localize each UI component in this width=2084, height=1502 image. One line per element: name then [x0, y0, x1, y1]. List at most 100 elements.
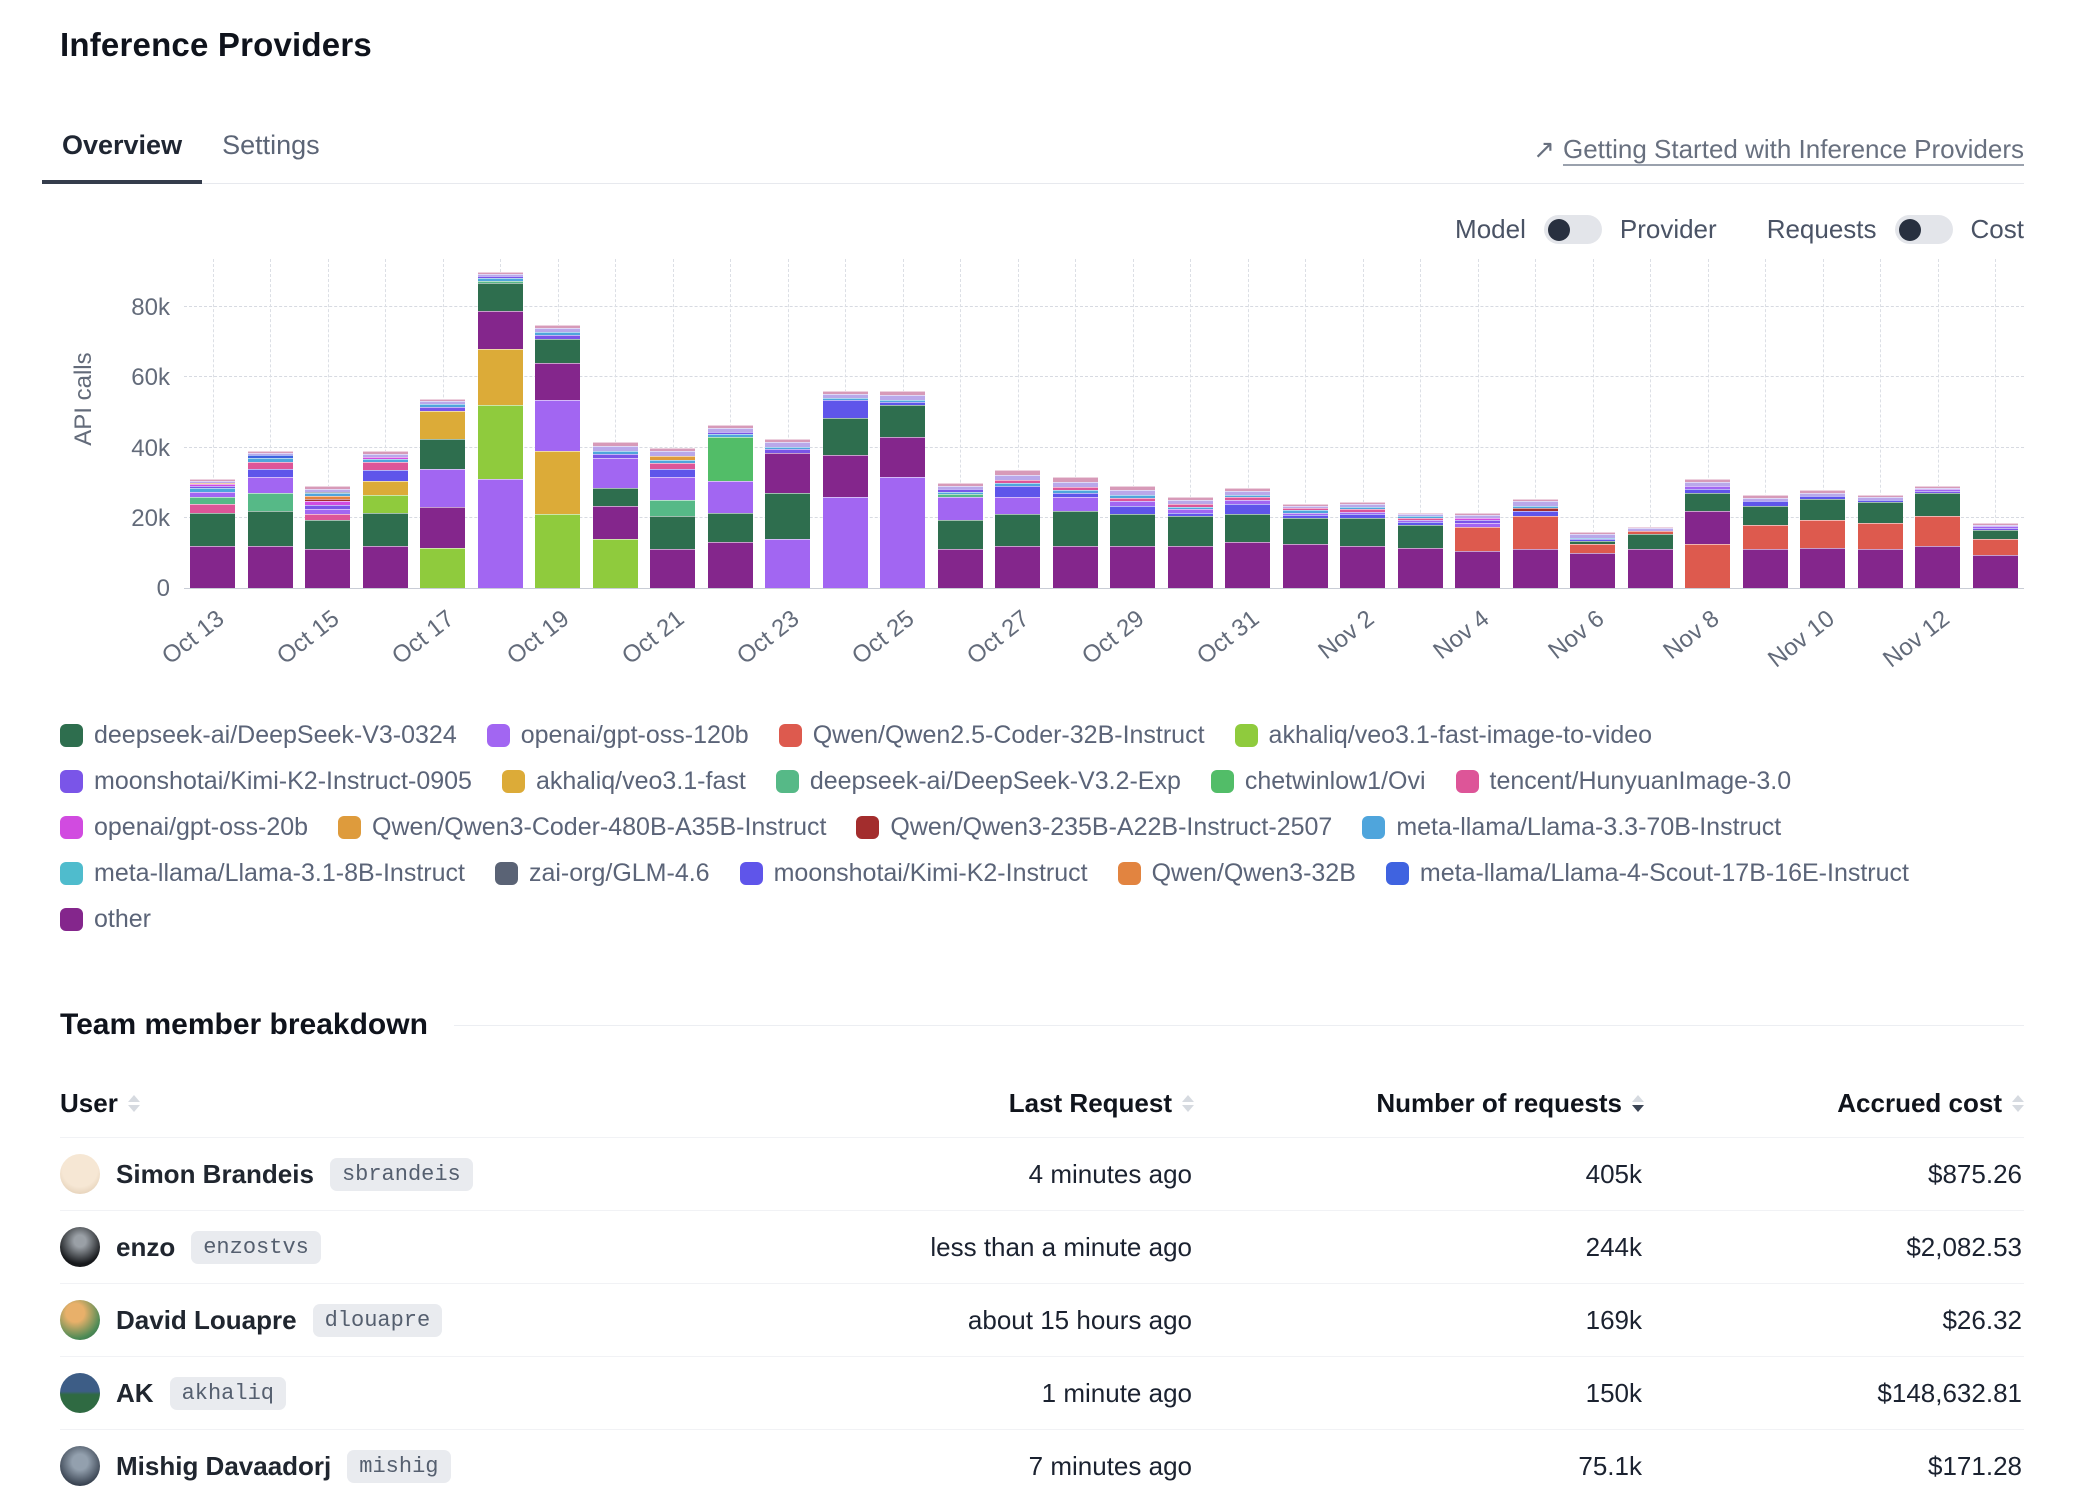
legend-label: meta-llama/Llama-3.1-8B-Instruct	[94, 859, 465, 888]
stacked-bar-nov-12[interactable]	[1915, 486, 1960, 588]
bar-segment-hunyuan	[190, 504, 235, 513]
x-axis-tick-label: Nov 6	[1543, 605, 1610, 666]
legend-item-other[interactable]: other	[60, 905, 151, 934]
stacked-bar-oct-19[interactable]	[535, 325, 580, 588]
table-row-sbrandeis[interactable]: Simon Brandeissbrandeis4 minutes ago405k…	[60, 1137, 2024, 1210]
legend-swatch	[1362, 816, 1385, 839]
stacked-bar-nov-5[interactable]	[1513, 499, 1558, 588]
column-header-accrued-cost[interactable]: Accrued cost	[1644, 1088, 2024, 1119]
legend-item-scout[interactable]: meta-llama/Llama-4-Scout-17B-16E-Instruc…	[1386, 859, 1909, 888]
stacked-bar-nov-10[interactable]	[1800, 490, 1845, 588]
stacked-bar-nov-11[interactable]	[1858, 495, 1903, 588]
stacked-bar-oct-21[interactable]	[650, 448, 695, 588]
tab-overview[interactable]: Overview	[42, 116, 202, 183]
stacked-bar-oct-31[interactable]	[1225, 488, 1270, 588]
stacked-bar-nov-7[interactable]	[1628, 527, 1673, 588]
stacked-bar-oct-27[interactable]	[995, 470, 1040, 588]
stacked-bar-nov-3[interactable]	[1398, 513, 1443, 588]
stacked-bar-oct-17[interactable]	[420, 399, 465, 588]
column-header-last-request[interactable]: Last Request	[794, 1088, 1194, 1119]
legend-item-qwen3c[interactable]: Qwen/Qwen3-Coder-480B-A35B-Instruct	[338, 813, 826, 842]
model-provider-toggle[interactable]	[1544, 215, 1602, 244]
legend-item-llama31[interactable]: meta-llama/Llama-3.1-8B-Instruct	[60, 859, 465, 888]
bar-column	[1507, 259, 1565, 588]
last-request-value: 7 minutes ago	[794, 1451, 1194, 1482]
bar-segment-ds	[880, 405, 925, 437]
legend-item-veoimg[interactable]: akhaliq/veo3.1-fast-image-to-video	[1235, 721, 1653, 750]
bar-segment-veoimg	[535, 514, 580, 588]
legend-label: moonshotai/Kimi-K2-Instruct-0905	[94, 767, 472, 796]
stacked-bar-nov-4[interactable]	[1455, 513, 1500, 588]
legend-item-oss20[interactable]: openai/gpt-oss-20b	[60, 813, 308, 842]
legend-item-llama33[interactable]: meta-llama/Llama-3.3-70B-Instruct	[1362, 813, 1781, 842]
legend-label: Qwen/Qwen2.5-Coder-32B-Instruct	[813, 721, 1205, 750]
stacked-bar-nov-6[interactable]	[1570, 532, 1615, 588]
stacked-bar-oct-14[interactable]	[248, 451, 293, 588]
legend-item-ds[interactable]: deepseek-ai/DeepSeek-V3-0324	[60, 721, 457, 750]
table-row-mishig[interactable]: Mishig Davaadorjmishig7 minutes ago75.1k…	[60, 1429, 2024, 1502]
stacked-bar-oct-24[interactable]	[823, 391, 868, 588]
bar-segment-other	[1455, 551, 1500, 588]
legend-item-qwen332[interactable]: Qwen/Qwen3-32B	[1118, 859, 1356, 888]
tab-settings[interactable]: Settings	[202, 116, 340, 183]
bar-column	[184, 259, 242, 588]
bar-column	[357, 259, 415, 588]
stacked-bar-oct-22[interactable]	[708, 425, 753, 588]
bar-segment-ds	[1915, 493, 1960, 516]
bar-column	[472, 259, 530, 588]
y-axis-tick-label: 60k	[131, 364, 170, 392]
table-row-akhaliq[interactable]: AKakhaliq1 minute ago150k$148,632.81	[60, 1356, 2024, 1429]
bar-segment-hunyuan	[363, 462, 408, 471]
user-name: Simon Brandeis	[116, 1159, 314, 1190]
bar-segment-qwen25c	[1513, 516, 1558, 549]
stacked-bar-nov-2[interactable]	[1340, 502, 1385, 588]
stacked-bar-oct-13[interactable]	[190, 479, 235, 588]
sort-icon	[128, 1095, 140, 1112]
legend-item-qwen235[interactable]: Qwen/Qwen3-235B-A22B-Instruct-2507	[856, 813, 1332, 842]
bar-segment-ds	[535, 339, 580, 364]
stacked-bar-oct-15[interactable]	[305, 486, 350, 588]
team-table-header: User Last Request Number of requests Acc…	[60, 1072, 2024, 1137]
legend-label: zai-org/GLM-4.6	[529, 859, 710, 888]
stacked-bar-oct-28[interactable]	[1053, 477, 1098, 588]
stacked-bar-oct-30[interactable]	[1168, 497, 1213, 588]
stacked-bar-oct-20[interactable]	[593, 442, 638, 588]
legend-item-veofast[interactable]: akhaliq/veo3.1-fast	[502, 767, 746, 796]
stacked-bar-oct-23[interactable]	[765, 439, 810, 588]
stacked-bar-nov-8[interactable]	[1685, 479, 1730, 588]
stacked-bar-oct-25[interactable]	[880, 391, 925, 588]
bar-segment-ds	[1340, 518, 1385, 546]
bar-segment-ds	[305, 520, 350, 550]
bar-segment-ds	[1858, 502, 1903, 523]
table-row-enzostvs[interactable]: enzoenzostvsless than a minute ago244k$2…	[60, 1210, 2024, 1283]
legend-item-glm[interactable]: zai-org/GLM-4.6	[495, 859, 710, 888]
legend-item-ds32[interactable]: deepseek-ai/DeepSeek-V3.2-Exp	[776, 767, 1181, 796]
getting-started-link-label: Getting Started with Inference Providers	[1563, 134, 2024, 165]
avatar	[60, 1373, 100, 1413]
legend-item-kimi0905[interactable]: moonshotai/Kimi-K2-Instruct-0905	[60, 767, 472, 796]
x-axis-tick-label: Oct 23	[732, 605, 805, 671]
column-header-user[interactable]: User	[60, 1088, 794, 1119]
column-header-number-of-requests[interactable]: Number of requests	[1194, 1088, 1644, 1119]
legend-item-hunyuan[interactable]: tencent/HunyuanImage-3.0	[1456, 767, 1792, 796]
table-row-dlouapre[interactable]: David Louapredlouapreabout 15 hours ago1…	[60, 1283, 2024, 1356]
stacked-bar-nov-1[interactable]	[1283, 504, 1328, 588]
legend-item-ovi[interactable]: chetwinlow1/Ovi	[1211, 767, 1426, 796]
bar-segment-kimi	[1110, 506, 1155, 515]
requests-cost-toggle[interactable]	[1895, 215, 1953, 244]
stacked-bar-nov-13[interactable]	[1973, 523, 2018, 588]
legend-item-kimi[interactable]: moonshotai/Kimi-K2-Instruct	[740, 859, 1088, 888]
getting-started-link[interactable]: ↗ Getting Started with Inference Provide…	[1533, 134, 2024, 183]
legend-swatch	[338, 816, 361, 839]
bar-segment-ds	[765, 493, 810, 539]
bar-column	[414, 259, 472, 588]
stacked-bar-oct-18[interactable]	[478, 272, 523, 588]
stacked-bar-oct-26[interactable]	[938, 483, 983, 588]
stacked-bar-oct-16[interactable]	[363, 451, 408, 588]
legend-swatch	[502, 770, 525, 793]
stacked-bar-oct-29[interactable]	[1110, 486, 1155, 588]
y-axis-tick-label: 0	[157, 575, 170, 603]
legend-item-oss120[interactable]: openai/gpt-oss-120b	[487, 721, 749, 750]
stacked-bar-nov-9[interactable]	[1743, 495, 1788, 588]
legend-item-qwen25c[interactable]: Qwen/Qwen2.5-Coder-32B-Instruct	[779, 721, 1205, 750]
